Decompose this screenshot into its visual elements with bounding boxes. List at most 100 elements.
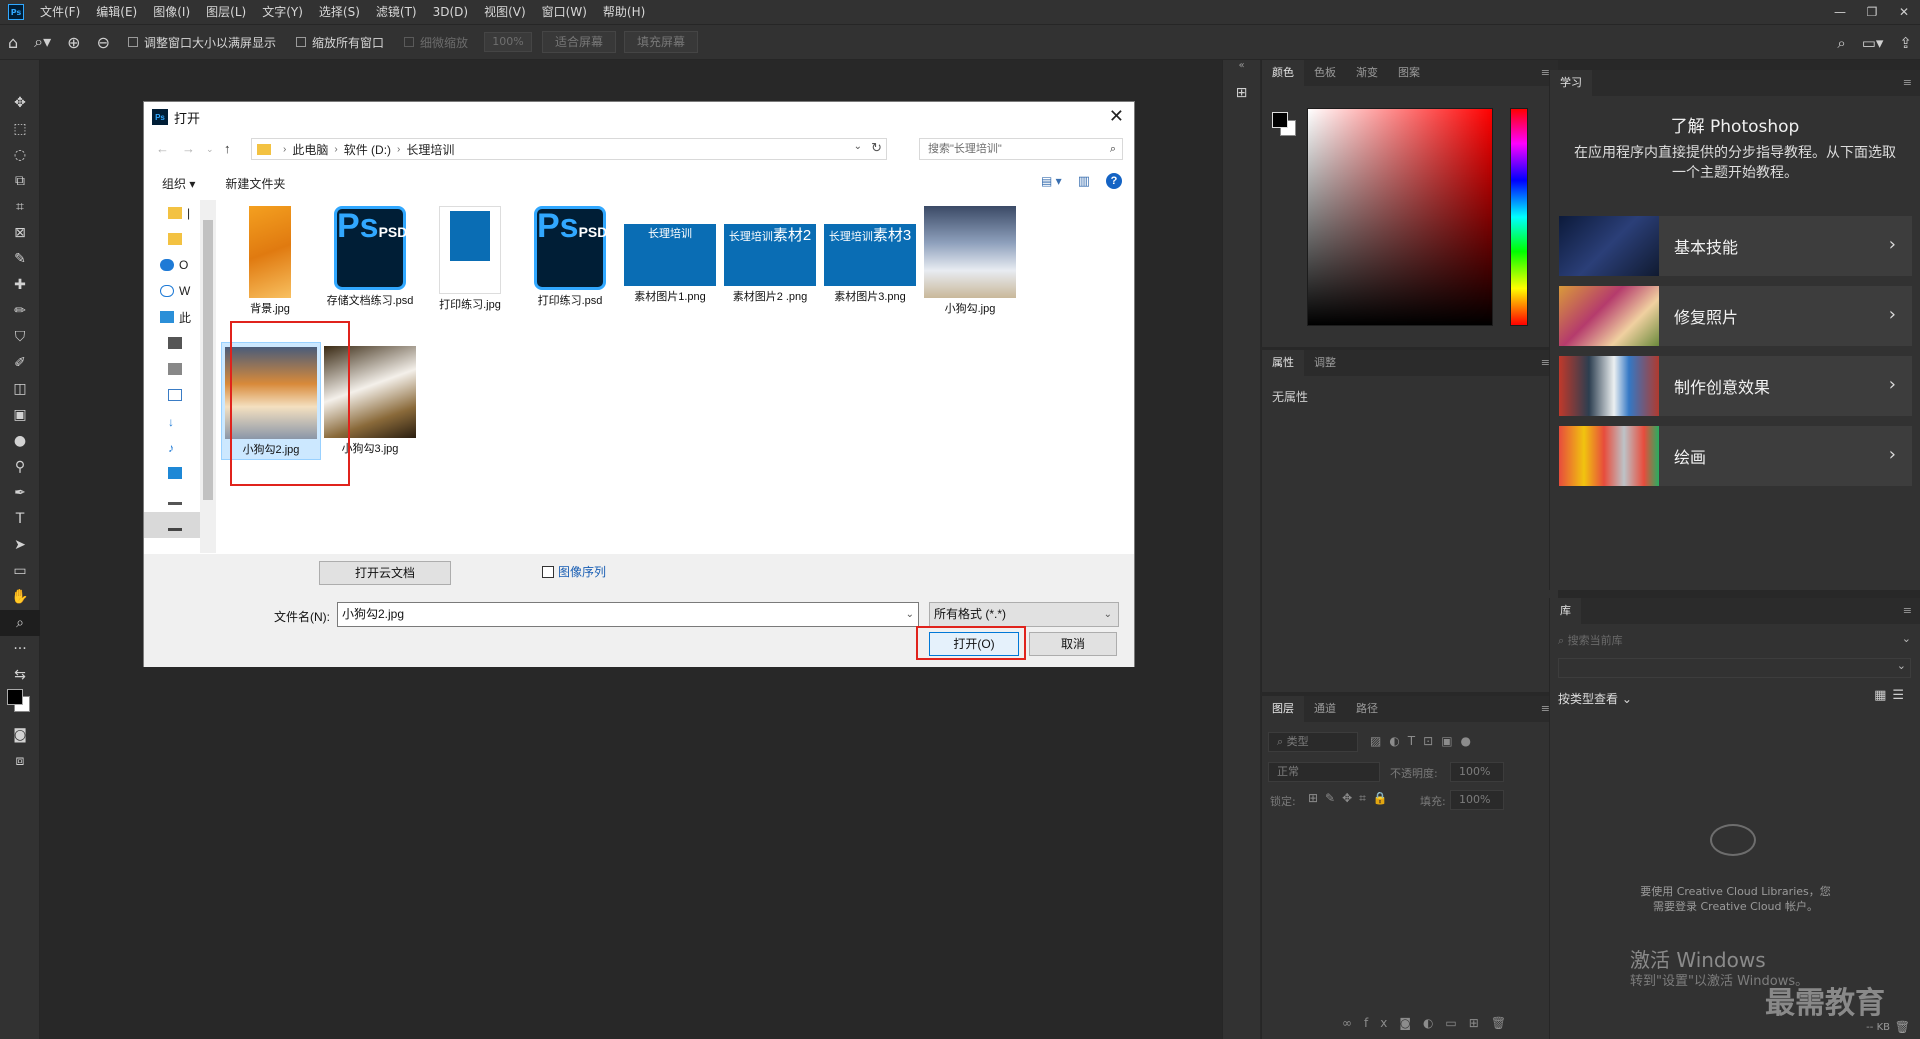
close-window-icon[interactable]: ✕ xyxy=(1888,0,1920,24)
trash-icon[interactable]: 🗑 xyxy=(1895,1020,1910,1034)
menu-filter[interactable]: 滤镜(T) xyxy=(368,0,425,24)
tab-learn[interactable]: 学习 xyxy=(1550,70,1592,96)
tab-swatches[interactable]: 色板 xyxy=(1304,60,1346,86)
zoom-tool-icon[interactable]: ⌕▾ xyxy=(34,32,51,52)
menu-image[interactable]: 图像(I) xyxy=(145,0,198,24)
frame-tool-icon[interactable]: ⊠ xyxy=(0,220,40,246)
search-input[interactable]: 搜索"长理培训" ⌕ xyxy=(919,138,1123,160)
brush-tool-icon[interactable]: ✏ xyxy=(0,298,40,324)
menu-3d[interactable]: 3D(D) xyxy=(425,0,476,24)
healing-tool-icon[interactable]: ✚ xyxy=(0,272,40,298)
breadcrumb-this-pc[interactable]: 此电脑 xyxy=(292,141,328,158)
tab-patterns[interactable]: 图案 xyxy=(1388,60,1430,86)
view-options-icon[interactable]: ▤ ▾ xyxy=(1041,174,1062,188)
tab-properties[interactable]: 属性 xyxy=(1262,350,1304,376)
new-folder-button[interactable]: 新建文件夹 xyxy=(225,175,285,192)
fill-screen-button[interactable]: 填充屏幕 xyxy=(624,31,699,53)
menu-layer[interactable]: 图层(L) xyxy=(198,0,254,24)
lock-icons[interactable]: ⊞✎✥⌗🔒 xyxy=(1308,791,1395,806)
pen-tool-icon[interactable]: ✒ xyxy=(0,480,40,506)
minimize-icon[interactable]: — xyxy=(1824,0,1856,24)
opacity-field[interactable]: 100% xyxy=(1450,762,1504,782)
hand-tool-icon[interactable]: ✋ xyxy=(0,584,40,610)
library-select[interactable]: ⌄ xyxy=(1558,658,1911,678)
menu-view[interactable]: 视图(V) xyxy=(476,0,534,24)
forward-arrow-icon[interactable]: → xyxy=(182,141,195,156)
file-item[interactable]: PsPSD 存储文档练习.psd xyxy=(324,206,416,318)
zoom-tool-icon[interactable]: ⌕ xyxy=(0,610,40,636)
organize-button[interactable]: 组织 ▾ xyxy=(162,175,195,192)
workspace-icon[interactable]: ▭▾ xyxy=(1862,34,1884,52)
filename-input[interactable]: 小狗勾2.jpg ⌄ xyxy=(337,602,919,627)
layer-filter-select[interactable]: ⌕ 类型 xyxy=(1268,732,1358,752)
gradient-tool-icon[interactable]: ▣ xyxy=(0,402,40,428)
history-brush-icon[interactable]: ✐ xyxy=(0,350,40,376)
marquee-tool-icon[interactable]: ⬚ xyxy=(0,116,40,142)
preview-pane-icon[interactable]: ▥ xyxy=(1078,173,1090,189)
menu-select[interactable]: 选择(S) xyxy=(311,0,368,24)
menu-window[interactable]: 窗口(W) xyxy=(534,0,595,24)
search-icon[interactable]: ⌕ xyxy=(1837,34,1845,52)
more-tools-icon[interactable]: ··· xyxy=(0,636,40,662)
zoom-in-icon[interactable]: ⊕ xyxy=(67,33,80,52)
help-icon[interactable]: ? xyxy=(1106,173,1122,189)
file-item[interactable]: 长理培训素材2 素材图片2 .png xyxy=(724,206,816,318)
library-search-input[interactable]: ⌕ 搜索当前库 ⌄ xyxy=(1558,632,1911,650)
file-item[interactable]: 长理培训 素材图片1.png xyxy=(624,206,716,318)
learn-item-creative-effects[interactable]: 制作创意效果 › xyxy=(1559,356,1912,416)
menu-file[interactable]: 文件(F) xyxy=(32,0,88,24)
file-item[interactable]: 长理培训素材3 素材图片3.png xyxy=(824,206,916,318)
eyedropper-tool-icon[interactable]: ✎ xyxy=(0,246,40,272)
hue-slider[interactable] xyxy=(1510,108,1528,326)
zoom-value-field[interactable]: 100% xyxy=(484,32,533,52)
view-by-type-select[interactable]: 按类型查看 ⌄ xyxy=(1558,690,1632,707)
tab-paths[interactable]: 路径 xyxy=(1346,696,1388,722)
tab-layers[interactable]: 图层 xyxy=(1262,696,1304,722)
color-field[interactable] xyxy=(1307,108,1493,326)
image-sequence-checkbox[interactable]: 图像序列 xyxy=(542,563,606,580)
quick-mask-icon[interactable]: ◙ xyxy=(0,722,40,748)
breadcrumb-folder[interactable]: 长理培训 xyxy=(406,141,454,158)
menu-edit[interactable]: 编辑(E) xyxy=(88,0,145,24)
breadcrumb-drive-d[interactable]: 软件 (D:) xyxy=(344,141,391,158)
menu-help[interactable]: 帮助(H) xyxy=(595,0,653,24)
foreground-background-swatch[interactable] xyxy=(0,688,39,722)
scrubby-zoom-checkbox[interactable]: 细微缩放 xyxy=(404,34,468,51)
close-icon[interactable]: ✕ xyxy=(1109,106,1124,127)
foreground-color-swatch[interactable] xyxy=(1272,112,1288,128)
learn-item-painting[interactable]: 绘画 › xyxy=(1559,426,1912,486)
refresh-icon[interactable]: ↻ xyxy=(871,140,882,156)
blend-mode-select[interactable]: 正常 xyxy=(1268,762,1380,782)
type-tool-icon[interactable]: T xyxy=(0,506,40,532)
learn-item-basic-skills[interactable]: 基本技能 › xyxy=(1559,216,1912,276)
zoom-all-checkbox[interactable]: 缩放所有窗口 xyxy=(295,34,384,51)
object-select-tool-icon[interactable]: ⧉ xyxy=(0,168,40,194)
address-dropdown-icon[interactable]: ⌄ xyxy=(854,141,862,152)
tab-libraries[interactable]: 库 xyxy=(1550,598,1581,624)
fit-window-checkbox[interactable]: 调整窗口大小以满屏显示 xyxy=(127,34,276,51)
layer-filter-icons[interactable]: ▨◐T⊡▣● xyxy=(1370,734,1479,748)
restore-icon[interactable]: ❐ xyxy=(1856,0,1888,24)
tab-color[interactable]: 颜色 xyxy=(1262,60,1304,86)
path-select-tool-icon[interactable]: ➤ xyxy=(0,532,40,558)
home-icon[interactable]: ⌂ xyxy=(8,33,18,52)
open-cloud-doc-button[interactable]: 打开云文档 xyxy=(319,561,451,585)
history-panel-icon[interactable]: ⊞ xyxy=(1223,85,1260,101)
menu-type[interactable]: 文字(Y) xyxy=(254,0,311,24)
zoom-out-icon[interactable]: ⊖ xyxy=(97,33,110,52)
swap-colors-icon[interactable]: ⇆ xyxy=(0,662,40,688)
blur-tool-icon[interactable]: ● xyxy=(0,428,40,454)
tab-channels[interactable]: 通道 xyxy=(1304,696,1346,722)
tab-adjustments[interactable]: 调整 xyxy=(1304,350,1346,376)
file-item[interactable]: PsPSD 打印练习.psd xyxy=(524,206,616,318)
up-arrow-icon[interactable]: ↑ xyxy=(224,141,231,156)
stamp-tool-icon[interactable]: ⛉ xyxy=(0,324,40,350)
tab-gradients[interactable]: 渐变 xyxy=(1346,60,1388,86)
eraser-tool-icon[interactable]: ◫ xyxy=(0,376,40,402)
recent-dropdown-icon[interactable]: ⌄ xyxy=(206,144,214,155)
file-item[interactable]: 背景.jpg xyxy=(224,206,316,318)
back-arrow-icon[interactable]: ← xyxy=(156,141,169,156)
address-bar[interactable]: › 此电脑 › 软件 (D:) › 长理培训 ⌄ ↻ xyxy=(251,138,887,160)
fit-screen-button[interactable]: 适合屏幕 xyxy=(542,31,617,53)
share-icon[interactable]: ⇪ xyxy=(1899,34,1912,52)
